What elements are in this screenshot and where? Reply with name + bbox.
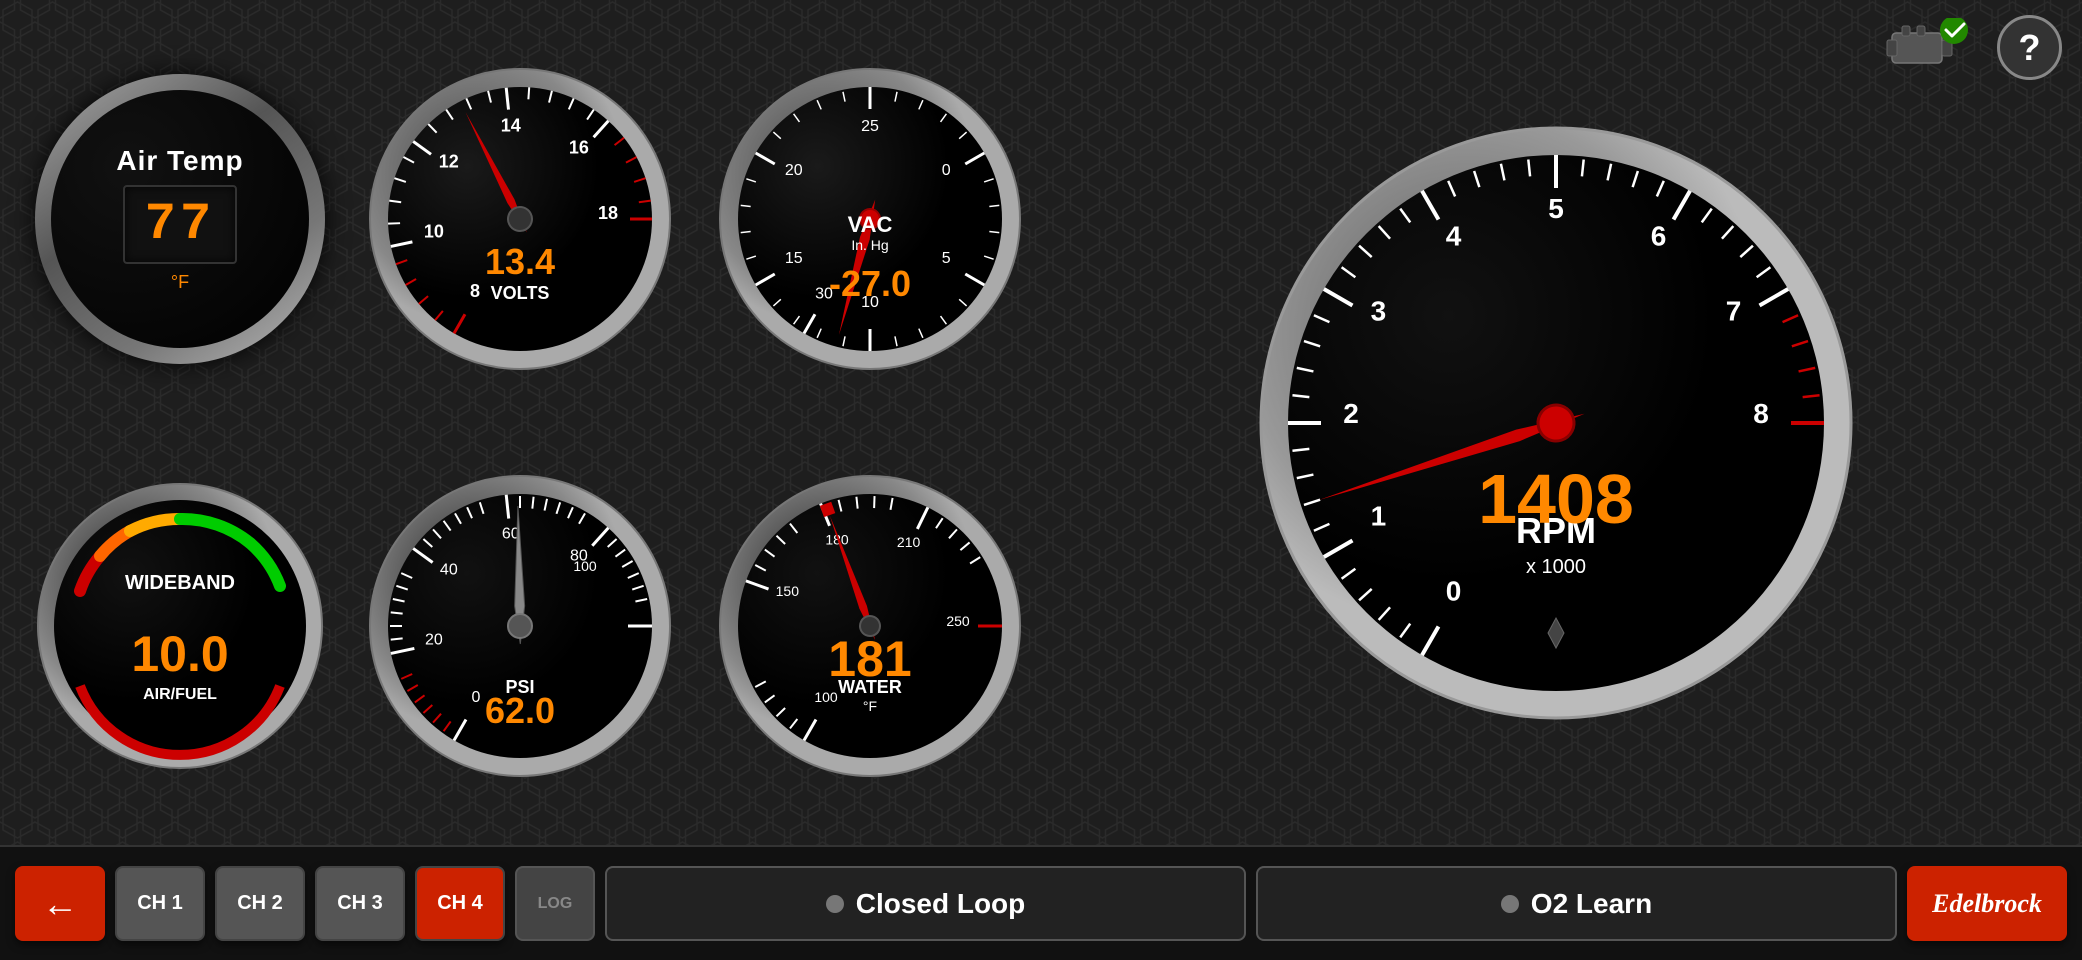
svg-text:150: 150 [776, 583, 800, 599]
airtemp-label: Air Temp [116, 145, 243, 177]
svg-text:7: 7 [1726, 295, 1742, 326]
svg-text:16: 16 [569, 137, 589, 157]
psi-gauge-container: 0 20 [350, 428, 690, 826]
ch1-button[interactable]: CH 1 [115, 866, 205, 941]
back-button[interactable]: ← [15, 866, 105, 941]
svg-text:18: 18 [598, 203, 618, 223]
closed-loop-label: Closed Loop [856, 888, 1026, 920]
svg-text:15: 15 [785, 250, 803, 267]
svg-text:14: 14 [501, 115, 521, 135]
airtemp-gauge-outer: Air Temp 77 °F [35, 74, 325, 364]
airtemp-unit: °F [171, 272, 189, 293]
main-container: ? Air Temp 77 °F [0, 0, 2082, 960]
svg-text:12: 12 [439, 151, 459, 171]
airtemp-gauge-inner: Air Temp 77 °F [51, 90, 309, 348]
svg-text:100: 100 [814, 689, 838, 705]
edelbrock-button[interactable]: Edelbrock [1907, 866, 2067, 941]
o2-learn-indicator [1501, 895, 1519, 913]
svg-text:40: 40 [440, 562, 458, 579]
volts-gauge-svg: 8 10 12 [365, 64, 675, 374]
svg-text:181: 181 [828, 631, 911, 687]
svg-text:4: 4 [1446, 220, 1462, 251]
volts-gauge-container: 8 10 12 [350, 20, 690, 418]
svg-text:25: 25 [861, 118, 879, 135]
log-button[interactable]: LOG [515, 866, 595, 941]
ch2-button[interactable]: CH 2 [215, 866, 305, 941]
svg-text:20: 20 [425, 632, 443, 649]
svg-text:210: 210 [897, 534, 921, 550]
vac-gauge-container: 0 5 10 [700, 20, 1040, 418]
svg-text:5: 5 [942, 250, 951, 267]
svg-text:VOLTS: VOLTS [491, 283, 550, 303]
svg-text:20: 20 [785, 162, 803, 179]
vac-gauge-svg: 0 5 10 [715, 64, 1025, 374]
airtemp-value: 77 [145, 195, 215, 254]
svg-text:1: 1 [1371, 500, 1387, 531]
water-gauge-svg: 100 150 180 [715, 471, 1025, 781]
o2-learn-button[interactable]: O2 Learn [1256, 866, 1897, 941]
svg-text:6: 6 [1651, 220, 1667, 251]
svg-text:°F: °F [863, 698, 877, 714]
svg-text:62.0: 62.0 [485, 690, 555, 731]
svg-text:8: 8 [470, 281, 480, 301]
svg-text:1408: 1408 [1478, 460, 1634, 538]
svg-text:250: 250 [946, 613, 970, 629]
airtemp-display: 77 [123, 185, 237, 264]
svg-text:5: 5 [1548, 193, 1564, 224]
ch4-button[interactable]: CH 4 [415, 866, 505, 941]
svg-text:x 1000: x 1000 [1526, 556, 1586, 578]
wideband-gauge-container: WIDEBAND 10.0 AIR/FUEL [20, 428, 340, 826]
svg-text:AIR/FUEL: AIR/FUEL [143, 686, 217, 703]
svg-text:WIDEBAND: WIDEBAND [125, 572, 235, 594]
rpm-gauge-container: 0 1 2 [1050, 20, 2062, 825]
svg-text:In. Hg: In. Hg [851, 237, 888, 253]
svg-text:8: 8 [1753, 398, 1769, 429]
svg-text:10.0: 10.0 [131, 626, 228, 682]
closed-loop-indicator [826, 895, 844, 913]
svg-text:0: 0 [472, 689, 481, 706]
svg-text:VAC: VAC [848, 212, 893, 237]
svg-text:100: 100 [573, 558, 597, 574]
svg-text:10: 10 [424, 221, 444, 241]
svg-text:13.4: 13.4 [485, 241, 555, 282]
svg-text:3: 3 [1371, 295, 1387, 326]
wideband-gauge-svg: WIDEBAND 10.0 AIR/FUEL [35, 481, 325, 771]
o2-learn-label: O2 Learn [1531, 888, 1652, 920]
psi-gauge-svg: 0 20 [365, 471, 675, 781]
svg-text:0: 0 [942, 162, 951, 179]
rpm-gauge-svg: 0 1 2 [1246, 63, 1866, 783]
airtemp-gauge-container: Air Temp 77 °F [20, 20, 340, 418]
svg-text:2: 2 [1343, 398, 1359, 429]
gauges-area: Air Temp 77 °F [0, 0, 2082, 845]
svg-text:-27.0: -27.0 [829, 263, 911, 304]
closed-loop-button[interactable]: Closed Loop [605, 866, 1246, 941]
bottom-bar: ← CH 1 CH 2 CH 3 CH 4 LOG Closed Loop O2… [0, 845, 2082, 960]
water-gauge-container: 100 150 180 [700, 428, 1040, 826]
svg-text:0: 0 [1446, 575, 1462, 606]
ch3-button[interactable]: CH 3 [315, 866, 405, 941]
